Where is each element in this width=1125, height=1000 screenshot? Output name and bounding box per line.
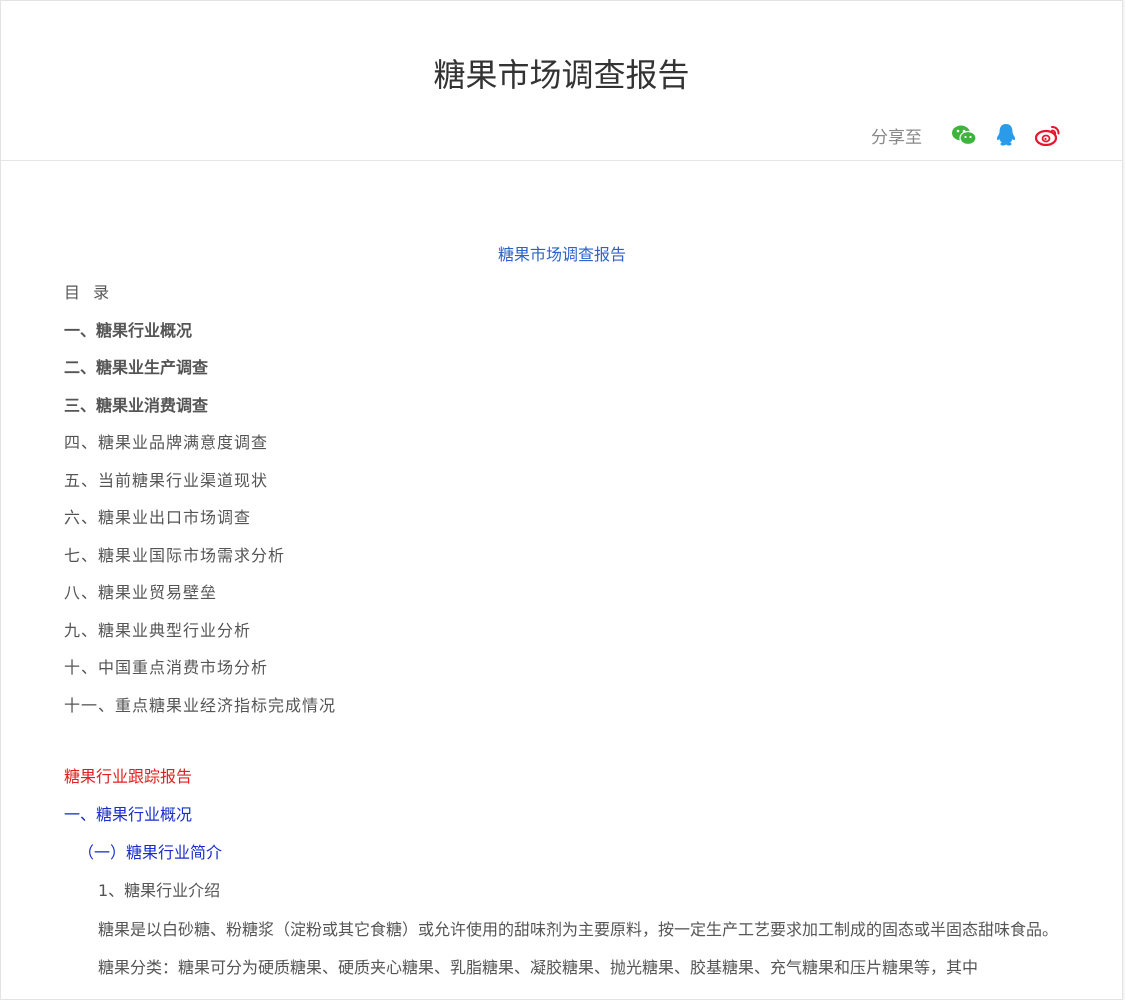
toc-item: 三、糖果业消费调查 bbox=[64, 395, 209, 415]
share-bar: 分享至 bbox=[871, 119, 1062, 151]
body-paragraph: 糖果是以白砂糖、粉糖浆（淀粉或其它食糖）或允许使用的甜味剂为主要原料，按一定生产… bbox=[98, 919, 1059, 939]
document-header: 糖果市场调查报告 分享至 bbox=[1, 1, 1122, 161]
toc-item: 九、糖果业典型行业分析 bbox=[64, 620, 252, 640]
toc-item: 六、糖果业出口市场调查 bbox=[64, 508, 252, 527]
qq-icon[interactable] bbox=[992, 121, 1020, 149]
page-title: 糖果市场调查报告 bbox=[433, 56, 690, 94]
share-label: 分享至 bbox=[871, 127, 922, 148]
toc-item: 十一、重点糖果业经济指标完成情况 bbox=[64, 695, 337, 715]
article-body: 糖果市场调查报告 目 录 一、糖果行业概况 二、糖果业生产调查 三、糖果业消费调… bbox=[64, 161, 1060, 987]
toc-item: 七、糖果业国际市场需求分析 bbox=[64, 545, 286, 565]
wechat-icon[interactable] bbox=[950, 121, 978, 149]
toc-item: 二、糖果业生产调查 bbox=[64, 358, 209, 377]
item-heading: 1、糖果行业介绍 bbox=[98, 880, 221, 900]
subsection-heading: （一）糖果行业简介 bbox=[78, 842, 223, 862]
document-page: 糖果市场调查报告 分享至 糖果市场调查报告 目 录 一、糖果行业概况 二、糖果业… bbox=[0, 0, 1123, 1000]
toc-item: 八、糖果业贸易壁垒 bbox=[64, 583, 218, 602]
toc-label: 目 录 bbox=[64, 283, 114, 302]
toc-list: 一、糖果行业概况 二、糖果业生产调查 三、糖果业消费调查 四、糖果业品牌满意度调… bbox=[64, 320, 1060, 717]
tracking-report-title: 糖果行业跟踪报告 bbox=[64, 766, 193, 786]
toc-item: 四、糖果业品牌满意度调查 bbox=[64, 433, 269, 452]
toc-item: 一、糖果行业概况 bbox=[64, 320, 193, 340]
body-paragraph: 糖果分类：糖果可分为硬质糖果、硬质夹心糖果、乳脂糖果、凝胶糖果、抛光糖果、胶基糖… bbox=[98, 957, 979, 977]
article-title: 糖果市场调查报告 bbox=[497, 245, 626, 264]
toc-item: 十、中国重点消费市场分析 bbox=[64, 658, 269, 677]
toc-item: 五、当前糖果行业渠道现状 bbox=[64, 470, 269, 490]
section-heading: 一、糖果行业概况 bbox=[64, 804, 193, 824]
weibo-icon[interactable] bbox=[1034, 121, 1062, 149]
